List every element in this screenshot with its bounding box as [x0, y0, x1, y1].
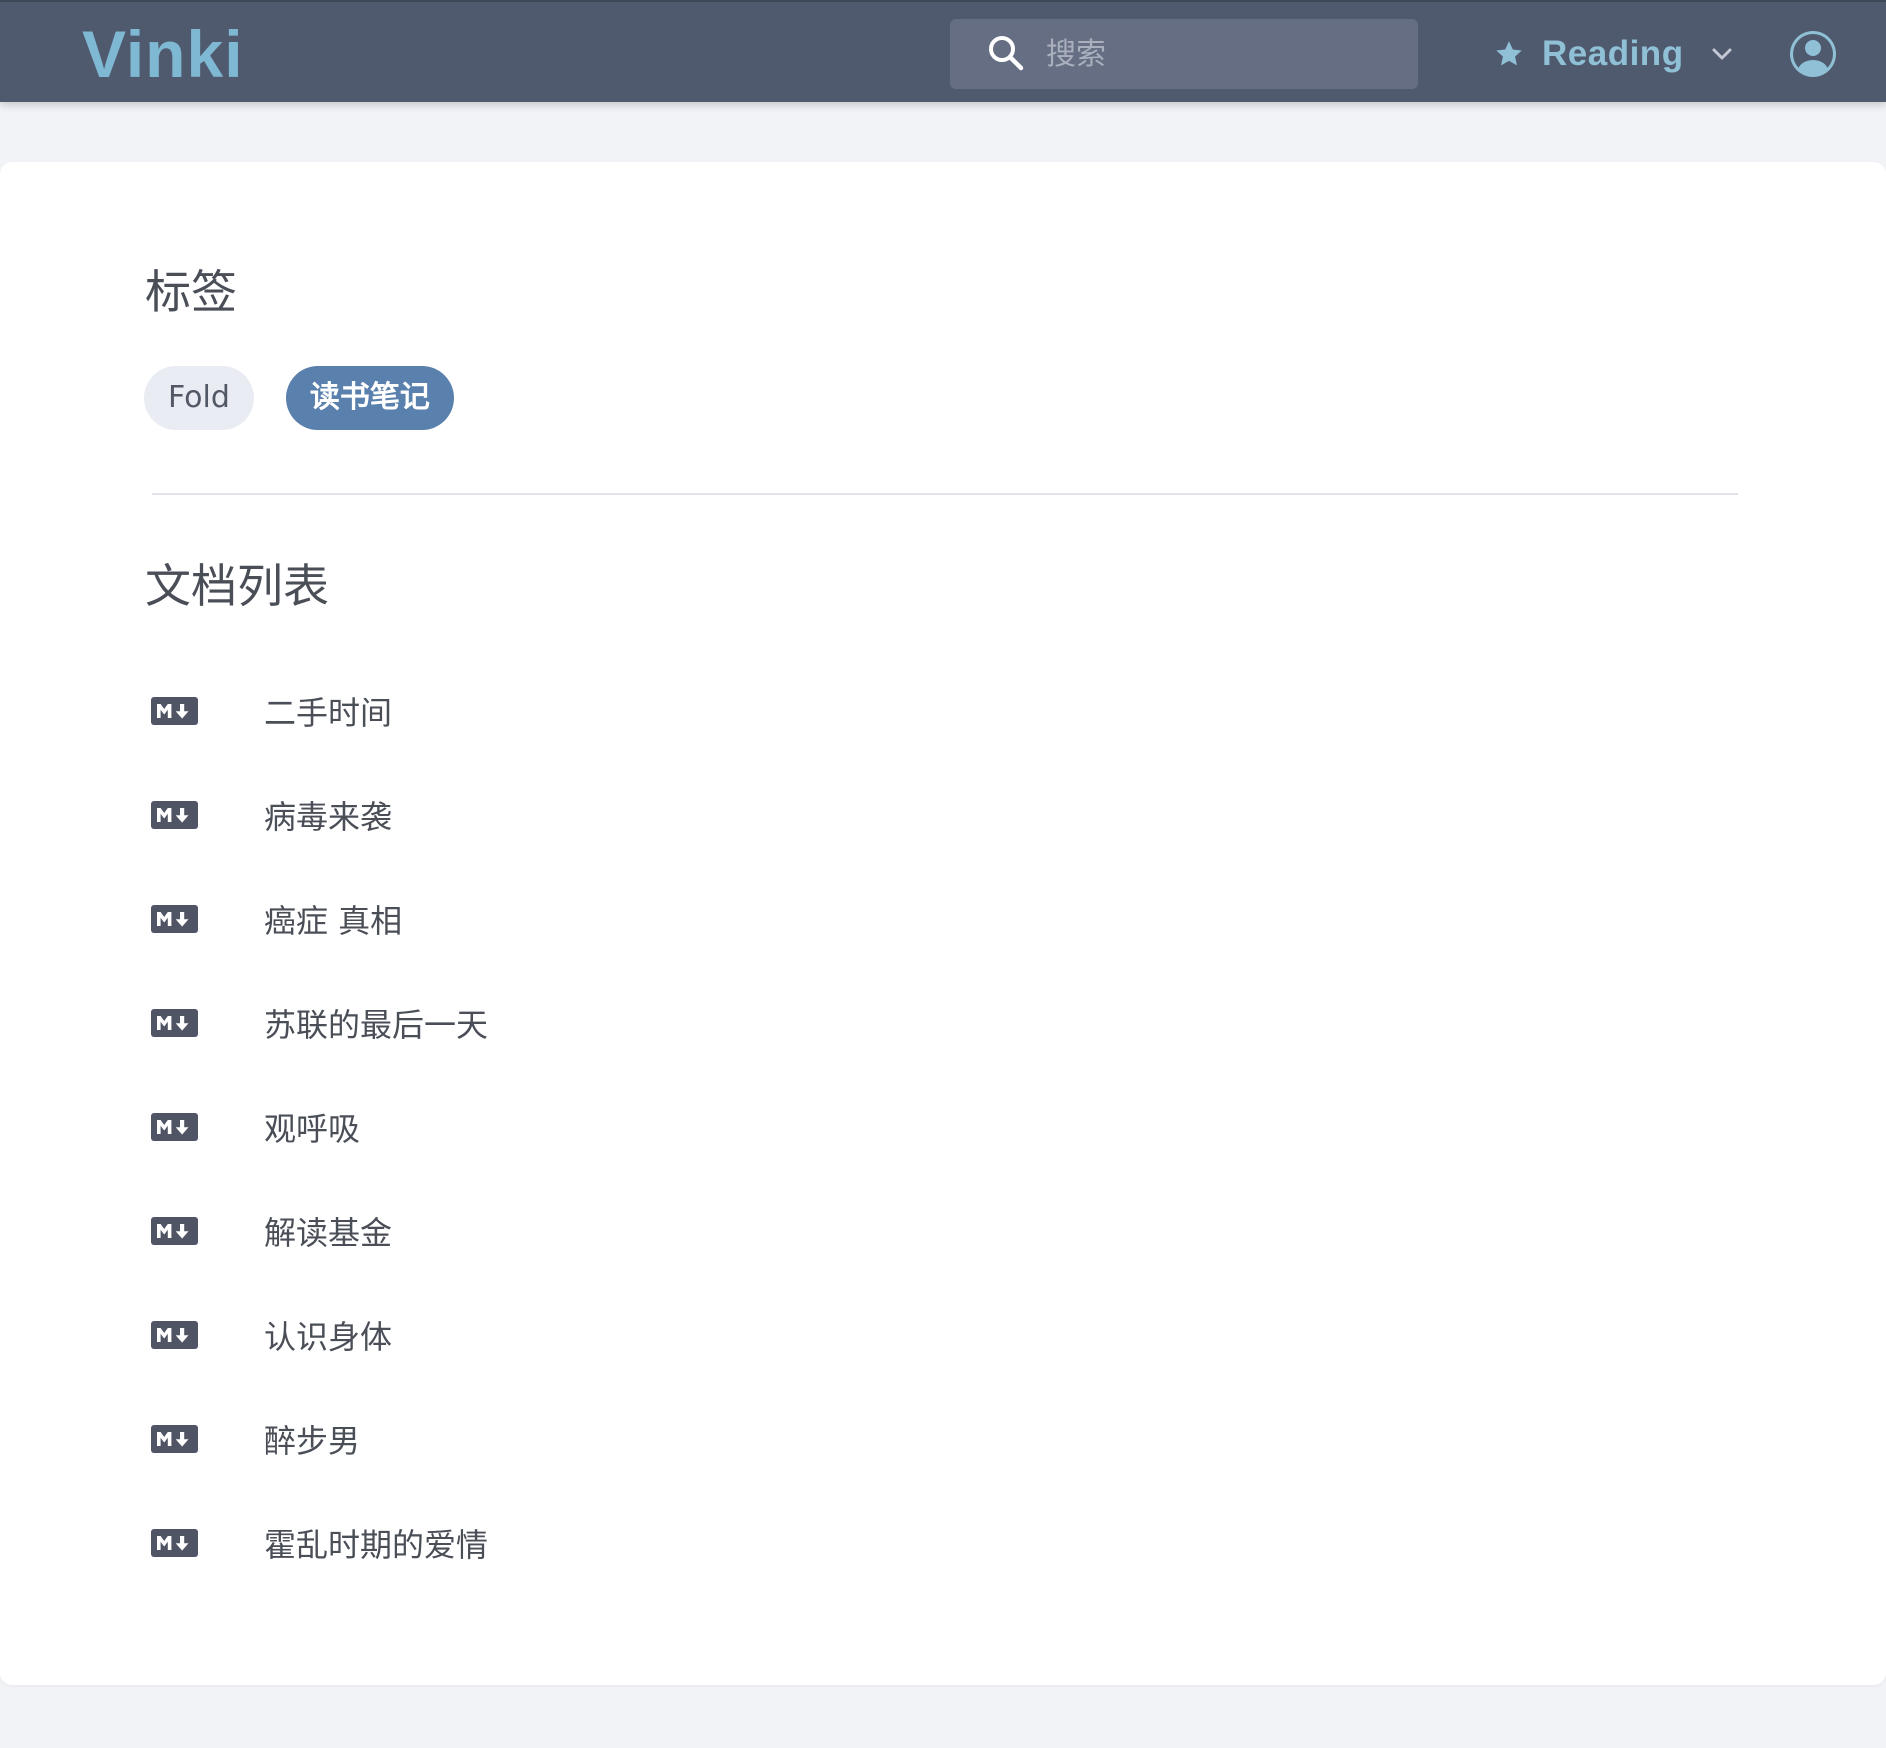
document-title: 解读基金 [264, 1214, 393, 1252]
document-title: 苏联的最后一天 [264, 1006, 489, 1044]
markdown-icon [151, 905, 198, 933]
markdown-icon [151, 1009, 198, 1037]
document-title: 醉步男 [264, 1422, 361, 1460]
tag-list: Fold 读书笔记 [144, 366, 486, 430]
documents-heading: 文档列表 [145, 559, 329, 613]
tag-fold[interactable]: Fold [144, 366, 254, 430]
document-title: 认识身体 [264, 1318, 393, 1356]
document-title: 癌症 真相 [264, 902, 403, 940]
tag-reading-notes[interactable]: 读书笔记 [285, 366, 454, 430]
document-list: 二手时间 病毒来袭 癌症 真相 苏联的最后一天 观呼吸 解读基金 认识身体 醉步… [151, 659, 488, 1595]
tags-heading: 标签 [145, 265, 237, 319]
document-item[interactable]: 认识身体 [151, 1283, 488, 1387]
markdown-icon [151, 1321, 198, 1349]
document-item[interactable]: 霍乱时期的爱情 [151, 1491, 488, 1595]
search-input[interactable] [1046, 19, 1396, 89]
document-item[interactable]: 解读基金 [151, 1179, 488, 1283]
document-item[interactable]: 观呼吸 [151, 1075, 488, 1179]
document-item[interactable]: 二手时间 [151, 659, 488, 763]
content-card: 标签 Fold 读书笔记 文档列表 二手时间 病毒来袭 癌症 真相 苏联的最后一… [0, 162, 1886, 1685]
space-switcher-dropdown[interactable]: Reading [1494, 24, 1734, 84]
markdown-icon [151, 1529, 198, 1557]
document-item[interactable]: 苏联的最后一天 [151, 971, 488, 1075]
app-logo[interactable]: Vinki [82, 14, 244, 94]
markdown-icon [151, 1113, 198, 1141]
document-item[interactable]: 醉步男 [151, 1387, 488, 1491]
markdown-icon [151, 1217, 198, 1245]
document-item[interactable]: 病毒来袭 [151, 763, 488, 867]
star-icon [1496, 41, 1522, 66]
chevron-down-icon [1712, 48, 1732, 60]
search-box[interactable] [950, 19, 1418, 89]
search-icon [989, 36, 1024, 71]
markdown-icon [151, 801, 198, 829]
document-title: 观呼吸 [264, 1110, 361, 1148]
space-switcher-label: Reading [1542, 34, 1684, 73]
user-circle-icon[interactable] [1788, 29, 1838, 79]
markdown-icon [151, 697, 198, 725]
document-title: 病毒来袭 [264, 798, 393, 836]
document-title: 二手时间 [264, 694, 393, 732]
section-divider [152, 493, 1738, 495]
top-navigation-bar: Vinki Reading [0, 0, 1886, 102]
markdown-icon [151, 1425, 198, 1453]
document-title: 霍乱时期的爱情 [264, 1526, 489, 1564]
document-item[interactable]: 癌症 真相 [151, 867, 488, 971]
